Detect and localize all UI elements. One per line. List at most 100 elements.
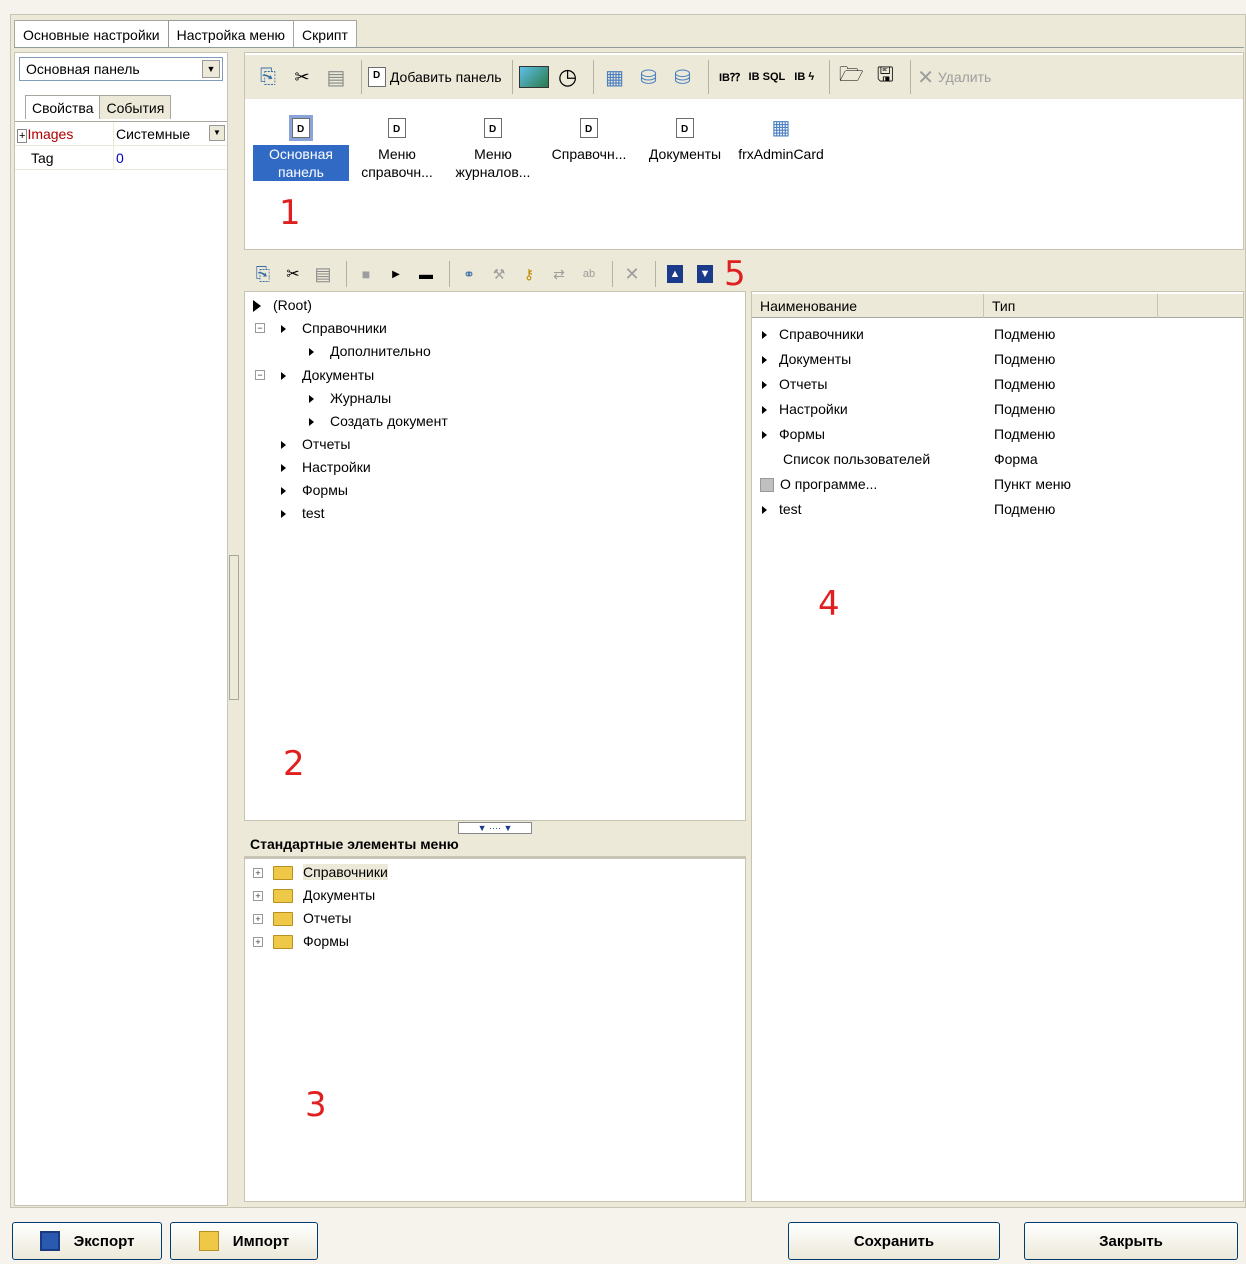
table-row[interactable]: Отчеты Подменю: [752, 372, 1243, 396]
paste-button[interactable]: ▤: [310, 261, 336, 287]
copy-button[interactable]: ⎘: [250, 261, 276, 287]
tab-menu-settings[interactable]: Настройка меню: [167, 20, 295, 48]
tree-node[interactable]: (Root): [253, 294, 312, 316]
delete-panel-button[interactable]: ✕ Удалить: [917, 61, 991, 93]
tree-node[interactable]: Документы: [281, 364, 374, 386]
table-row[interactable]: Формы Подменю: [752, 422, 1243, 446]
table-row[interactable]: Настройки Подменю: [752, 397, 1243, 421]
db-objects-2-button[interactable]: ⛁: [668, 61, 698, 93]
panel-item[interactable]: ▦ frxAdminCard: [733, 111, 829, 181]
folder-icon: [273, 935, 293, 950]
expand-icon[interactable]: +: [253, 891, 263, 901]
panels-area: ⎘ ✂ ▤ Добавить панель ◷ ▦ ⛁ ⛁ IB⁇ IB SQL…: [244, 52, 1244, 250]
expand-icon[interactable]: +: [253, 914, 263, 924]
table-row[interactable]: test Подменю: [752, 497, 1243, 521]
tree-node[interactable]: Формы: [281, 479, 348, 501]
property-row[interactable]: Tag 0: [15, 146, 227, 170]
delete-item-button[interactable]: ✕: [619, 261, 645, 287]
tree-node[interactable]: Документы: [273, 884, 375, 906]
key-button[interactable]: ⚷: [516, 261, 542, 287]
arrow-down-icon: ▼: [697, 265, 713, 283]
tab-properties[interactable]: Свойства: [25, 95, 101, 119]
cut-button[interactable]: ✂: [287, 61, 317, 93]
tree-node[interactable]: Справочники: [273, 861, 388, 883]
triangle-icon: [762, 506, 767, 515]
import-button[interactable]: Импорт: [170, 1222, 318, 1260]
add-item-button[interactable]: ■: [353, 261, 379, 287]
export-button[interactable]: Экспорт: [12, 1222, 162, 1260]
ib-sql-button[interactable]: IB SQL: [749, 61, 786, 93]
close-button[interactable]: Закрыть: [1024, 1222, 1238, 1260]
tree-node[interactable]: Справочники: [281, 317, 387, 339]
tree-node[interactable]: Дополнительно: [309, 340, 431, 362]
menu-items-grid: Наименование Тип Справочники Подменю Доку…: [751, 291, 1244, 1202]
ib-sql-exec-button[interactable]: IB ϟ: [789, 61, 819, 93]
triangle-icon: [281, 510, 286, 519]
column-header-type[interactable]: Тип: [984, 294, 1158, 318]
chevron-down-icon[interactable]: ▼: [209, 125, 225, 141]
panel-item[interactable]: Меню справочн...: [349, 111, 445, 181]
save-panel-button[interactable]: 🖫: [870, 61, 900, 93]
table-row[interactable]: О программе... Пункт меню: [752, 472, 1243, 496]
tree-node[interactable]: test: [281, 502, 325, 524]
chevron-down-icon[interactable]: ▼: [202, 60, 220, 78]
tree-node[interactable]: Создать документ: [309, 410, 448, 432]
panel-item[interactable]: Основная панель: [253, 111, 349, 181]
table-row[interactable]: Справочники Подменю: [752, 322, 1243, 346]
tab-events[interactable]: События: [99, 95, 172, 119]
move-down-button[interactable]: ▼: [692, 261, 718, 287]
move-button[interactable]: ⇄: [546, 261, 572, 287]
panel-select[interactable]: Основная панель ▼: [19, 57, 223, 81]
cut-button[interactable]: ✂: [280, 261, 306, 287]
table-row[interactable]: Документы Подменю: [752, 347, 1243, 371]
expand-icon[interactable]: +: [253, 868, 263, 878]
collapse-icon[interactable]: −: [255, 323, 265, 333]
rename-button[interactable]: ab: [576, 261, 602, 287]
menu-toolbar: ⎘ ✂ ▤ ■ ▶ ▬ ⚭ ⚒ ⚷ ⇄ ab ✕ ▲ ▼ 5: [244, 257, 1244, 291]
link-button[interactable]: ⚭: [456, 261, 482, 287]
paste-button[interactable]: ▤: [321, 61, 351, 93]
panel-item[interactable]: Меню журналов...: [445, 111, 541, 181]
tree-node[interactable]: Формы: [273, 930, 349, 952]
add-submenu-button[interactable]: ▶: [383, 261, 409, 287]
table-row[interactable]: Список пользователей Форма: [752, 447, 1243, 471]
property-value[interactable]: Системные ▼: [113, 122, 227, 145]
panel-item[interactable]: Справочн...: [541, 111, 637, 181]
tool-button[interactable]: ⚒: [486, 261, 512, 287]
schedule-button[interactable]: ◷: [553, 61, 583, 93]
standard-items-tree: + Справочники + Документы + Отчеты + Фор…: [244, 858, 746, 1202]
panel-item[interactable]: Документы: [637, 111, 733, 181]
collapse-icon[interactable]: −: [255, 370, 265, 380]
copy-button[interactable]: ⎘: [253, 61, 283, 93]
move-up-button[interactable]: ▲: [662, 261, 688, 287]
add-separator-button[interactable]: ▬: [413, 261, 439, 287]
column-header-name[interactable]: Наименование: [752, 294, 984, 318]
form-button[interactable]: ▦: [600, 61, 630, 93]
panel-color-button[interactable]: [518, 61, 549, 93]
tree-node[interactable]: Настройки: [281, 456, 371, 478]
tab-basic-settings[interactable]: Основные настройки: [14, 20, 169, 48]
save-button[interactable]: Сохранить: [788, 1222, 1000, 1260]
key-icon: ⚷: [523, 265, 535, 282]
expand-icon[interactable]: +: [17, 129, 28, 143]
ib-query-icon: IB⁇: [718, 71, 741, 84]
tree-node[interactable]: Отчеты: [273, 907, 351, 929]
property-row[interactable]: + Images Системные ▼: [15, 122, 227, 146]
add-panel-button[interactable]: Добавить панель: [368, 61, 502, 93]
open-button[interactable]: 🗁: [836, 61, 866, 93]
expand-icon[interactable]: +: [253, 937, 263, 947]
floppy-icon: [39, 1231, 60, 1251]
document-icon: [289, 115, 313, 141]
tree-node[interactable]: Журналы: [309, 387, 391, 409]
ib-sql-exec-icon: IB ϟ: [794, 71, 815, 83]
ib-query-button[interactable]: IB⁇: [715, 61, 745, 93]
vertical-splitter[interactable]: [229, 555, 239, 700]
tree-node[interactable]: Отчеты: [281, 433, 350, 455]
property-name: Tag: [31, 150, 54, 166]
expand-grip[interactable]: ▼ ···· ▼: [458, 822, 532, 834]
db-objects-button[interactable]: ⛁: [634, 61, 664, 93]
property-value[interactable]: 0: [113, 146, 227, 169]
property-name: + Images: [17, 126, 74, 143]
tab-script[interactable]: Скрипт: [293, 20, 357, 48]
triangle-icon: [281, 441, 286, 450]
